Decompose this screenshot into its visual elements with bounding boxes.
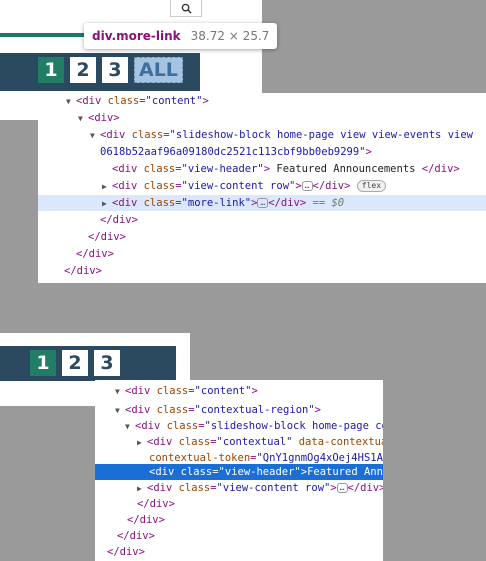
dom-node-content[interactable]: ▼ <div class="content"> bbox=[38, 93, 486, 109]
expand-arrow-icon[interactable]: ▶ bbox=[102, 179, 112, 194]
collapsed-ellipsis[interactable]: … bbox=[257, 198, 269, 208]
page-3-button[interactable]: 3 bbox=[94, 350, 120, 376]
collapse-arrow-icon[interactable]: ▼ bbox=[115, 384, 125, 399]
dom-node-close: </div> bbox=[137, 498, 175, 510]
collapsed-ellipsis[interactable]: … bbox=[301, 181, 313, 191]
page-2-button[interactable]: 2 bbox=[70, 57, 96, 83]
pager-top: 1 2 3 ALL bbox=[38, 57, 183, 83]
dom-node-close: </div> bbox=[117, 530, 155, 542]
elements-panel-top: ▼ <div class="content"> ▼ <div> ▼ <div clas… bbox=[38, 93, 486, 283]
search-icon bbox=[181, 3, 192, 14]
flex-badge[interactable]: flex bbox=[356, 180, 387, 192]
page-1-button[interactable]: 1 bbox=[30, 350, 56, 376]
dom-node-close: </div> bbox=[88, 231, 126, 243]
dom-node-content[interactable]: ▼ <div class="content"> bbox=[95, 383, 383, 399]
tooltip-selector: div.more-link bbox=[92, 29, 181, 43]
dom-node-contextual-region[interactable]: ▼ <div class="contextual-region"> bbox=[95, 402, 383, 418]
collapse-arrow-icon[interactable]: ▼ bbox=[90, 128, 100, 143]
dom-node-close: </div> bbox=[76, 248, 114, 260]
element-inspect-tooltip: div.more-link 38.72 × 25.7 bbox=[84, 23, 278, 49]
collapse-arrow-icon[interactable]: ▼ bbox=[115, 403, 125, 418]
dom-node-slideshow-block[interactable]: ▼ <div class="slideshow-block home-page v… bbox=[38, 127, 486, 143]
dom-node-view-header[interactable]: <div class="view-header">Featured Announ bbox=[95, 464, 383, 480]
dom-node-div[interactable]: ▼ <div> bbox=[38, 110, 486, 126]
collapsed-ellipsis[interactable]: … bbox=[336, 483, 348, 493]
collapse-arrow-icon[interactable]: ▼ bbox=[125, 419, 135, 434]
dom-node-close: </div> bbox=[100, 214, 138, 226]
expand-arrow-icon[interactable]: ▶ bbox=[137, 481, 147, 496]
dom-node-contextual[interactable]: ▶<div class="contextual" data-contextual bbox=[95, 434, 383, 450]
pager-bottom: 1 2 3 bbox=[30, 350, 120, 376]
dom-node-close: </div> bbox=[64, 265, 102, 277]
search-button[interactable] bbox=[170, 0, 202, 17]
expand-arrow-icon[interactable]: ▶ bbox=[102, 196, 112, 211]
dom-node-view-content[interactable]: ▶ <div class="view-content row">… </div> bbox=[95, 480, 383, 496]
dom-node-view-content[interactable]: ▶ <div class="view-content row">… </div> f… bbox=[38, 178, 486, 194]
collapse-arrow-icon[interactable]: ▼ bbox=[66, 94, 76, 109]
dom-node-slideshow-block[interactable]: ▼ <div class="slideshow-block home-page c… bbox=[95, 418, 383, 434]
page-1-button[interactable]: 1 bbox=[38, 57, 64, 83]
selected-node-marker: == $0 bbox=[306, 197, 345, 209]
dom-node-close: </div> bbox=[107, 546, 145, 558]
page-2-button[interactable]: 2 bbox=[62, 350, 88, 376]
elements-panel-bottom: ▼ <div class="content"> ▼ <div class="cont… bbox=[95, 380, 383, 561]
tooltip-dimensions: 38.72 × 25.7 bbox=[190, 29, 270, 43]
dom-node-slideshow-block-cont: 0618b52aaf96a09180dc2521c113cbf9bb0eb929… bbox=[100, 146, 372, 158]
dom-node-close: </div> bbox=[127, 514, 165, 526]
page-3-button[interactable]: 3 bbox=[102, 57, 128, 83]
collapse-arrow-icon[interactable]: ▼ bbox=[78, 111, 88, 126]
expand-arrow-icon[interactable]: ▶ bbox=[137, 435, 147, 450]
dom-node-more-link[interactable]: ▶ <div class="more-link">… </div> == $0 bbox=[38, 195, 486, 211]
more-link-all[interactable]: ALL bbox=[134, 57, 183, 83]
dom-node-view-header[interactable]: <div class="view-header"> Featured Annou… bbox=[38, 161, 486, 177]
